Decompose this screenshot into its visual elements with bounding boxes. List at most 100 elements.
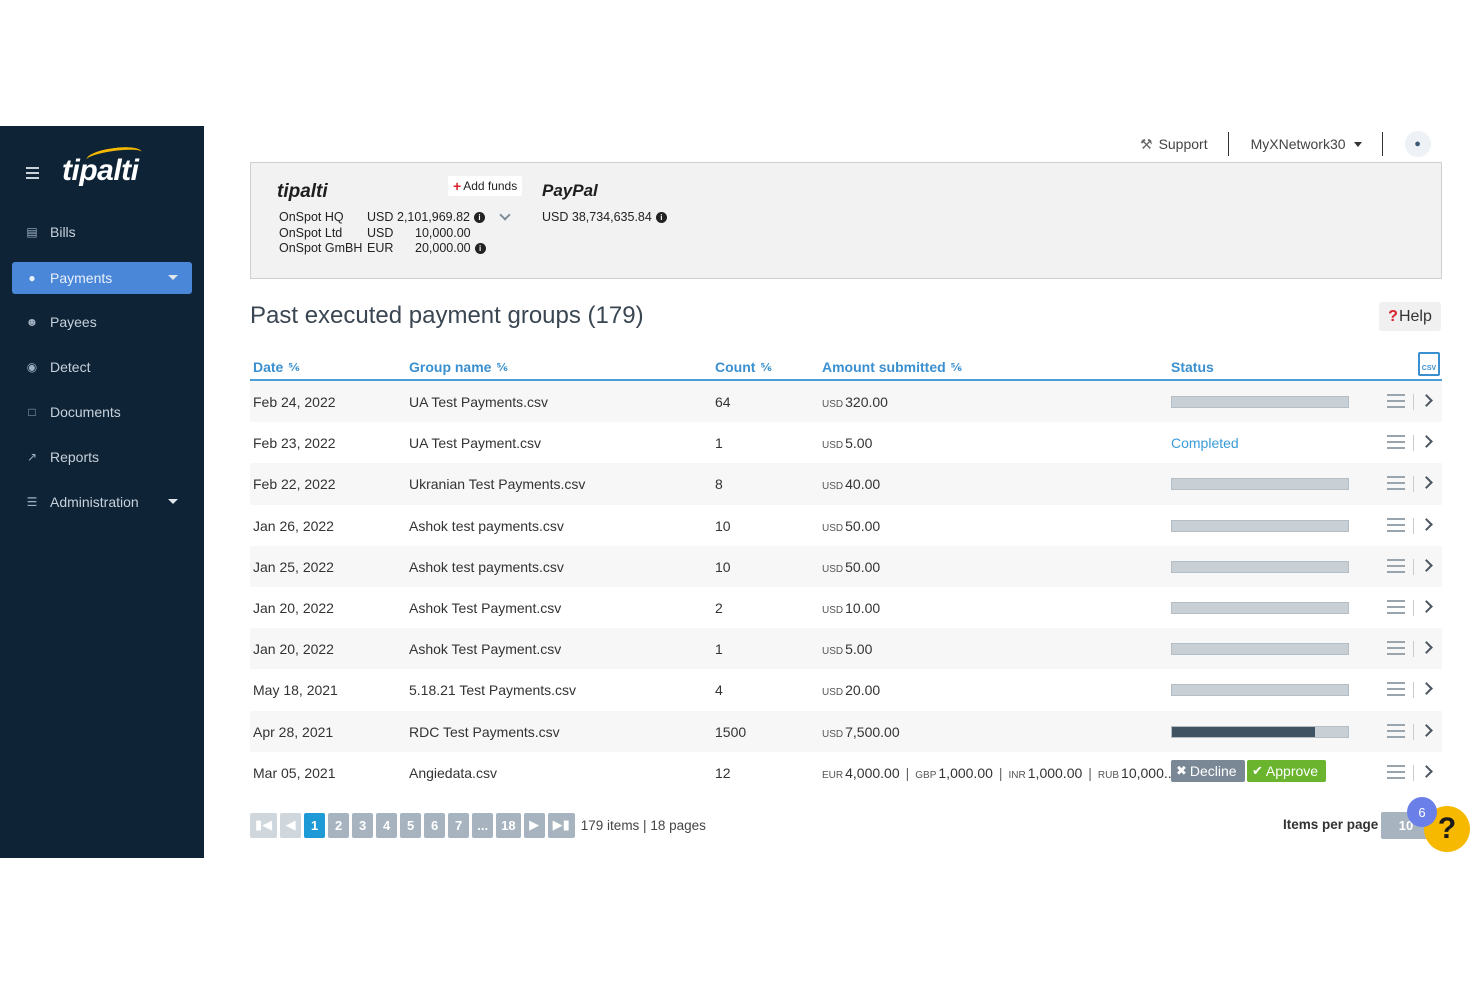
column-header-count[interactable]: Count ⅚	[715, 359, 772, 375]
sidebar-item-payments[interactable]: ● Payments	[12, 262, 192, 294]
wrench-icon: ⚒	[1140, 135, 1153, 152]
table-row[interactable]: Jan 26, 2022 Ashok test payments.csv 10 USD…	[250, 505, 1442, 546]
check-icon: ✔	[1252, 762, 1263, 778]
chevron-right-icon[interactable]	[1420, 435, 1433, 449]
next-page-icon[interactable]: ▶	[523, 812, 545, 838]
row-amount-value: 40.00	[845, 476, 881, 493]
page-button[interactable]: 3	[352, 812, 374, 838]
row-group-name[interactable]: UA Test Payments.csv	[409, 394, 548, 410]
sidebar-item-detect[interactable]: ◉ Detect	[12, 351, 192, 383]
chevron-right-icon[interactable]	[1420, 394, 1433, 407]
row-menu-icon[interactable]	[1387, 723, 1405, 738]
row-group-name[interactable]: Ukranian Test Payments.csv	[409, 476, 585, 492]
filter-icon[interactable]: ⅚	[760, 361, 771, 374]
page-button[interactable]: 7	[448, 812, 470, 838]
row-menu-icon[interactable]	[1387, 599, 1405, 614]
chevron-right-icon[interactable]	[1420, 641, 1433, 654]
row-group-name[interactable]: RDC Test Payments.csv	[409, 724, 560, 740]
info-icon[interactable]: i	[474, 212, 485, 224]
row-menu-icon[interactable]	[1387, 394, 1405, 408]
filter-icon[interactable]: ⅚	[496, 361, 507, 374]
user-icon[interactable]: ●	[1404, 131, 1431, 157]
sidebar-item-documents[interactable]: □ Documents	[12, 396, 192, 428]
row-group-name[interactable]: Angiedata.csv	[409, 765, 497, 781]
table-row[interactable]: Feb 24, 2022 UA Test Payments.csv 64 USD 320…	[250, 381, 1442, 423]
row-group-name[interactable]: Ashok Test Payment.csv	[409, 600, 561, 616]
chevron-right-icon[interactable]	[1420, 558, 1433, 572]
account-dropdown[interactable]: MyXNetwork30	[1251, 136, 1362, 152]
page-button[interactable]: 1	[304, 812, 326, 838]
chevron-right-icon[interactable]	[1420, 682, 1433, 696]
chevron-right-icon[interactable]	[1420, 476, 1433, 490]
help-button[interactable]: ? Help	[1379, 302, 1441, 331]
table-row[interactable]: Mar 05, 2021 Angiedata.csv 12 EUR 4,000.00 | G…	[250, 752, 1442, 793]
filter-icon[interactable]: ⅚	[951, 361, 962, 374]
decline-button[interactable]: ✖ Decline	[1171, 759, 1245, 782]
info-icon[interactable]: i	[655, 212, 667, 224]
sidebar-item-payees[interactable]: ☻ Payees	[12, 306, 192, 338]
sidebar-item-administration[interactable]: ☰ Administration	[12, 486, 192, 518]
support-link[interactable]: ⚒ Support	[1140, 136, 1208, 153]
support-label: Support	[1158, 136, 1208, 152]
approve-button[interactable]: ✔ Approve	[1247, 759, 1327, 782]
page-button[interactable]: ...	[472, 812, 494, 838]
row-currency: USD	[822, 563, 844, 575]
divider	[1413, 435, 1414, 452]
table-row[interactable]: Jan 20, 2022 Ashok Test Payment.csv 2 USD 10…	[250, 587, 1442, 628]
row-currency: USD	[822, 522, 844, 534]
chevron-right-icon[interactable]	[1420, 517, 1433, 531]
row-currency: USD	[822, 604, 844, 616]
table-row[interactable]: Apr 28, 2021 RDC Test Payments.csv 1500 USD…	[250, 710, 1442, 752]
notification-badge: 6	[1407, 797, 1437, 827]
row-amount-value: 10.00	[845, 599, 881, 616]
chevron-right-icon[interactable]	[1420, 764, 1433, 778]
row-amount: USD 5.00	[822, 641, 872, 657]
chevron-down-icon[interactable]	[499, 209, 511, 221]
row-count: 1500	[715, 723, 747, 740]
table-row[interactable]: Feb 23, 2022 UA Test Payment.csv 1 USD 5.00 C…	[250, 422, 1442, 463]
page-button[interactable]: 2	[328, 812, 350, 838]
column-header-date[interactable]: Date ⅚	[253, 359, 300, 375]
sidebar-item-reports[interactable]: ↗ Reports	[12, 441, 192, 473]
prev-page-icon[interactable]: ◀	[280, 812, 302, 838]
last-page-icon[interactable]: ▶▮	[547, 812, 575, 838]
row-amount-value: 20.00	[845, 682, 881, 699]
sidebar: tipalti ▤ Bills ● Payments ☻ Payees ◉ De…	[0, 126, 204, 858]
row-group-name[interactable]: Ashok Test Payment.csv	[409, 641, 561, 657]
row-group-name[interactable]: Ashok test payments.csv	[409, 518, 564, 534]
row-amount: USD 50.00	[822, 559, 880, 575]
row-group-name[interactable]: Ashok test payments.csv	[409, 559, 564, 575]
column-header-amount[interactable]: Amount submitted ⅚	[822, 359, 962, 375]
row-menu-icon[interactable]	[1387, 517, 1405, 532]
status-progress-bar	[1171, 643, 1349, 656]
sidebar-item-bills[interactable]: ▤ Bills	[12, 216, 192, 248]
column-header-group-name[interactable]: Group name ⅚	[409, 359, 508, 375]
row-menu-icon[interactable]	[1387, 641, 1405, 656]
info-icon[interactable]: i	[474, 243, 486, 255]
page-button[interactable]: 4	[376, 812, 398, 838]
table-row[interactable]: May 18, 2021 5.18.21 Test Payments.csv 4 US…	[250, 669, 1442, 710]
add-funds-button[interactable]: + Add funds	[448, 176, 523, 196]
row-menu-icon[interactable]	[1387, 682, 1405, 697]
table-row[interactable]: Feb 22, 2022 Ukranian Test Payments.csv 8 U…	[250, 463, 1442, 505]
row-group-name[interactable]: UA Test Payment.csv	[409, 435, 541, 451]
first-page-icon[interactable]: ▮◀	[250, 812, 278, 838]
row-menu-icon[interactable]	[1387, 764, 1405, 779]
sidebar-item-label: Bills	[50, 224, 76, 240]
row-menu-icon[interactable]	[1387, 435, 1405, 450]
chevron-right-icon[interactable]	[1420, 600, 1433, 613]
page-button[interactable]: 18	[496, 812, 521, 838]
page-button[interactable]: 5	[400, 812, 422, 838]
page-button[interactable]: 6	[424, 812, 446, 838]
row-menu-icon[interactable]	[1387, 558, 1405, 573]
row-group-name[interactable]: 5.18.21 Test Payments.csv	[409, 682, 576, 698]
filter-icon[interactable]: ⅚	[288, 361, 299, 374]
row-menu-icon[interactable]	[1387, 476, 1405, 491]
hamburger-menu-icon[interactable]	[26, 167, 39, 179]
divider	[1413, 599, 1414, 616]
csv-export-icon[interactable]: CSV	[1418, 352, 1440, 376]
table-row[interactable]: Jan 25, 2022 Ashok test payments.csv 10 USD…	[250, 545, 1442, 587]
table-row[interactable]: Jan 20, 2022 Ashok Test Payment.csv 1 USD 5.…	[250, 628, 1442, 670]
chevron-right-icon[interactable]	[1420, 723, 1433, 737]
divider	[1413, 764, 1414, 781]
